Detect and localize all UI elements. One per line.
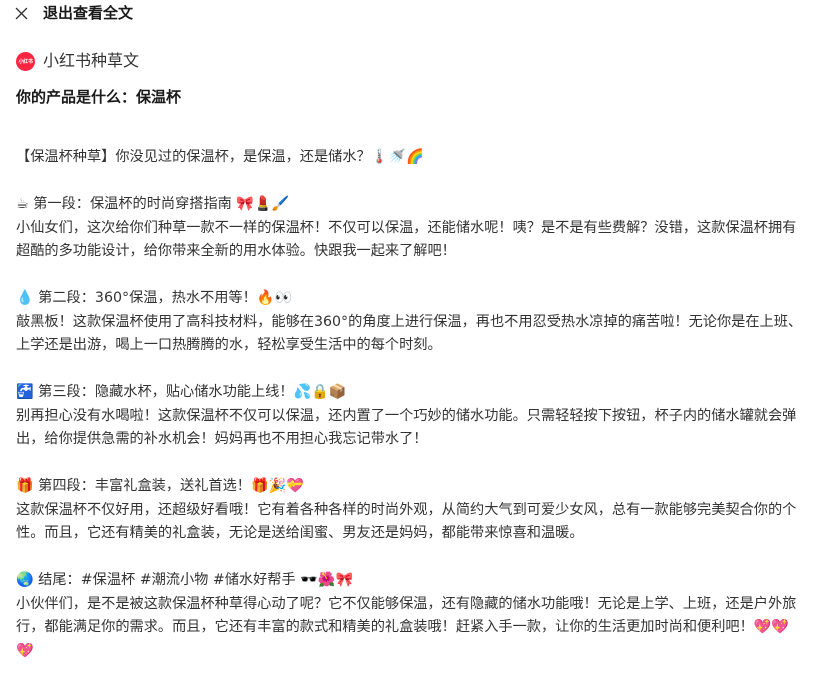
article-intro: 【保温杯种草】你没见过的保温杯，是保温，还是储水？🌡️🚿🌈: [16, 149, 424, 165]
close-icon: [15, 7, 27, 19]
section-1-heading: ☕ 第一段：保温杯的时尚穿搭指南 🎀💄🖌️: [16, 196, 290, 212]
section-4-heading: 🎁 第四段：丰富礼盒装，送礼首选！🎁🎉💝: [16, 478, 304, 494]
exit-fulltext-label[interactable]: 退出查看全文: [43, 3, 133, 23]
section-3-heading: 🚰 第三段：隐藏水杯，贴心储水功能上线！💦🔒📦: [16, 384, 347, 400]
app-name: 小红书种草文: [43, 51, 140, 70]
section-2-heading: 💧 第二段：360°保温，热水不用等！🔥👀: [16, 290, 293, 306]
section-2-body: 敲黑板！这款保温杯使用了高科技材料，能够在360°的角度上进行保温，再也不用忍受…: [16, 313, 803, 354]
section-ending-heading: 🌏 结尾：#保温杯 #潮流小物 #储水好帮手 🕶️🌺🎀: [16, 572, 354, 588]
section-1-body: 小仙女们，这次给你们种草一款不一样的保温杯！不仅可以保温，还能储水呢！咦？是不是…: [16, 219, 797, 260]
exit-fulltext-button[interactable]: [10, 2, 32, 24]
xiaohongshu-logo-icon: 小红书: [16, 51, 35, 71]
app-header: 小红书 小红书种草文: [16, 50, 139, 72]
article-content: 【保温杯种草】你没见过的保温杯，是保温，还是储水？🌡️🚿🌈 ☕ 第一段：保温杯的…: [16, 146, 806, 663]
top-bar: 退出查看全文: [0, 0, 814, 26]
section-ending-body: 小伙伴们，是不是被这款保温杯种草得心动了呢？它不仅能够保温，还有隐藏的储水功能哦…: [16, 595, 797, 659]
section-4-body: 这款保温杯不仅好用，还超级好看哦！它有着各种各样的时尚外观，从简约大气到可爱少女…: [16, 501, 797, 542]
section-3-body: 别再担心没有水喝啦！这款保温杯不仅可以保温，还内置了一个巧妙的储水功能。只需轻轻…: [16, 407, 797, 448]
product-question: 你的产品是什么：保温杯: [16, 88, 182, 106]
